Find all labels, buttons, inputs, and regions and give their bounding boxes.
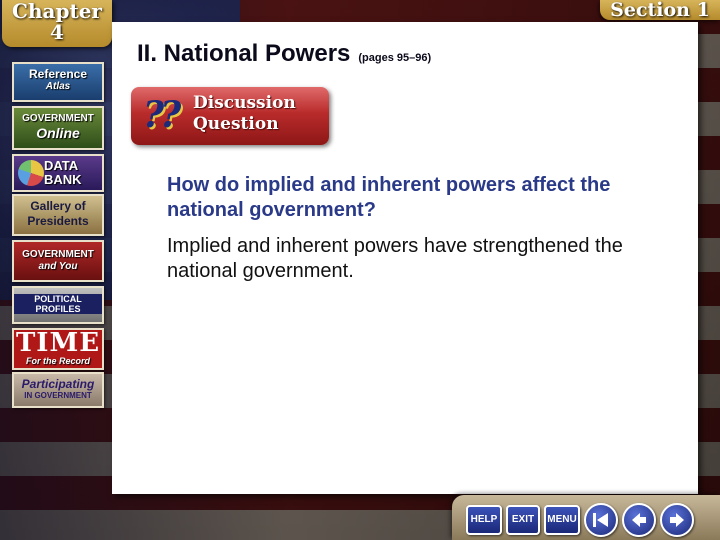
slide-title-text: II. National Powers [137, 40, 351, 67]
question-marks-icon: ?? [143, 94, 181, 136]
government-online-button[interactable]: GOVERNMENT Online [12, 106, 104, 150]
data-bank-line1: DATA [44, 158, 79, 173]
participating-in-government-button[interactable]: Participating IN GOVERNMENT [12, 372, 104, 408]
reference-atlas-line2: Atlas [45, 81, 71, 92]
political-profiles-line2: PROFILES [14, 304, 102, 314]
government-online-line1: GOVERNMENT [22, 113, 94, 124]
government-and-you-line1: GOVERNMENT [22, 249, 94, 260]
first-arrow-icon [593, 513, 608, 527]
political-profiles-button[interactable]: POLITICAL PROFILES [12, 286, 104, 324]
gallery-of-presidents-button[interactable]: Gallery of Presidents [12, 194, 104, 236]
menu-button[interactable]: MENU [544, 505, 580, 535]
pie-chart-icon [18, 160, 44, 186]
time-subtitle: For the Record [25, 356, 90, 366]
reference-atlas-line1: Reference [28, 67, 88, 81]
badge-line1: Discussion [193, 93, 296, 113]
discussion-answer-text: Implied and inherent powers have strengt… [167, 235, 623, 282]
discussion-question-badge: ?? Discussion Question [131, 87, 329, 145]
data-bank-button[interactable]: DATA BANK [12, 154, 104, 192]
participating-line2: IN GOVERNMENT [24, 391, 92, 400]
exit-button[interactable]: EXIT [506, 505, 540, 535]
right-arrow-icon [670, 513, 684, 527]
slide-title: II. National Powers (pages 95–96) [137, 40, 431, 68]
government-and-you-button[interactable]: GOVERNMENT and You [12, 240, 104, 282]
time-for-the-record-button[interactable]: TIME For the Record [12, 328, 104, 370]
participating-line1: Participating [21, 377, 95, 391]
section-label: Section 1 [610, 0, 710, 21]
chapter-number: 4 [50, 20, 64, 44]
left-arrow-icon [632, 513, 646, 527]
first-slide-button[interactable] [584, 503, 618, 537]
discussion-question-text: How do implied and inherent powers affec… [167, 174, 611, 221]
chapter-label: Chapter [12, 0, 102, 23]
next-slide-button[interactable] [660, 503, 694, 537]
section-tab: Section 1 [600, 0, 720, 20]
reference-atlas-button[interactable]: Reference Atlas [12, 62, 104, 102]
government-online-line2: Online [36, 125, 80, 141]
bottom-navigation-bar: HELP EXIT MENU [452, 495, 720, 540]
political-profiles-line1: POLITICAL [14, 294, 102, 304]
badge-label: Discussion Question [193, 93, 323, 135]
time-logo: TIME [15, 328, 101, 358]
chapter-tab: Chapter 4 [2, 0, 112, 47]
badge-line2: Question [193, 114, 279, 134]
previous-slide-button[interactable] [622, 503, 656, 537]
gallery-line1: Gallery of [30, 199, 86, 213]
data-bank-line2: BANK [44, 172, 82, 187]
government-and-you-line2: and You [38, 261, 78, 272]
help-button[interactable]: HELP [466, 505, 502, 535]
slide-title-pages: (pages 95–96) [358, 52, 432, 64]
gallery-line2: Presidents [27, 214, 89, 228]
